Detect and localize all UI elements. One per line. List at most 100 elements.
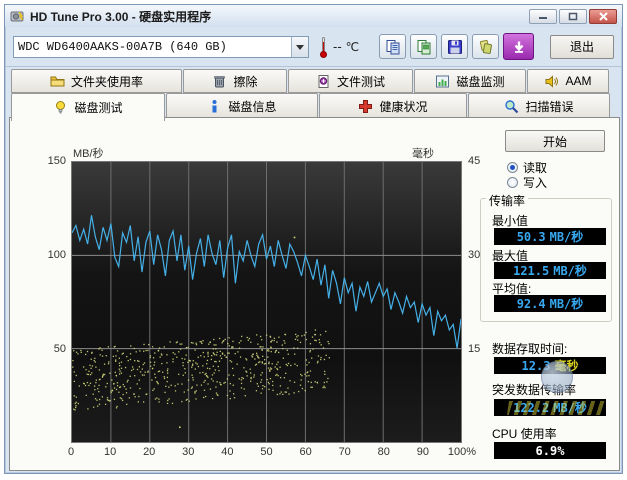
- tab-label: 磁盘测试: [74, 99, 122, 116]
- drive-selector[interactable]: WDC WD6400AAKS-00A7B (640 GB): [13, 36, 309, 58]
- maximize-button[interactable]: [559, 9, 587, 24]
- copy-text-button[interactable]: [379, 34, 406, 59]
- radio-selected-icon: [507, 162, 518, 173]
- toolbar: WDC WD6400AAKS-00A7B (640 GB) -- ℃: [5, 27, 622, 67]
- cpu-usage-number: 6.9%: [536, 444, 565, 458]
- tab-disk-benchmark[interactable]: 磁盘测试: [11, 93, 165, 121]
- save-button[interactable]: [441, 34, 468, 59]
- start-button[interactable]: 开始: [505, 130, 605, 152]
- burst-rate-number: 122.2: [513, 401, 549, 415]
- chart-canvas: [72, 162, 461, 442]
- tab-health[interactable]: 健康状况: [319, 93, 467, 119]
- tab-label: 文件测试: [337, 73, 385, 90]
- tab-label: 文件夹使用率: [71, 73, 143, 90]
- toolbar-buttons: 退出: [379, 33, 614, 60]
- left-axis-tick: 150: [40, 155, 66, 167]
- tab-label: 磁盘信息: [228, 98, 276, 115]
- tab-label: 磁盘监测: [456, 73, 504, 90]
- bar-chart-icon: [435, 74, 450, 89]
- maximize-icon: [568, 12, 578, 21]
- screenshot-button[interactable]: [472, 34, 499, 59]
- min-value-unit: MB/秒: [550, 228, 584, 245]
- copy-pages-green-icon: [416, 39, 432, 55]
- check-updates-button[interactable]: [503, 33, 534, 60]
- titlebar: HD Tune Pro 3.00 - 硬盘实用程序: [5, 5, 622, 27]
- x-axis-tick: 10: [104, 446, 116, 458]
- right-axis-tick: 30: [468, 249, 480, 261]
- x-axis-tick: 90: [417, 446, 429, 458]
- x-axis-tick: 20: [143, 446, 155, 458]
- tab-erase[interactable]: 擦除: [183, 69, 287, 93]
- speaker-icon: [544, 74, 559, 89]
- tab-label: AAM: [565, 74, 591, 88]
- app-window: HD Tune Pro 3.00 - 硬盘实用程序 WDC WD6400AAKS…: [4, 4, 623, 474]
- close-icon: [599, 12, 608, 21]
- window-controls: [529, 9, 617, 24]
- minimize-icon: [538, 12, 548, 20]
- start-button-label: 开始: [543, 133, 567, 150]
- x-axis-tick: 60: [299, 446, 311, 458]
- tab-disk-monitor[interactable]: 磁盘监测: [414, 69, 526, 93]
- lightbulb-icon: [53, 100, 68, 115]
- copy-image-button[interactable]: [410, 34, 437, 59]
- x-axis-tick: 30: [182, 446, 194, 458]
- avg-value-display: 92.4 MB/秒: [494, 295, 606, 312]
- burst-rate-unit: MB/秒: [553, 399, 587, 416]
- thermometer-icon: [319, 36, 328, 58]
- right-axis-tick: 45: [468, 155, 480, 167]
- benchmark-chart: [71, 161, 462, 443]
- save-floppy-icon: [447, 39, 463, 55]
- access-time-label: 数据存取时间:: [492, 340, 567, 357]
- tab-label: 擦除: [233, 73, 257, 90]
- copy-pages-blue-icon: [385, 39, 401, 55]
- tab-strip-top: 文件夹使用率 擦除 文件测试: [11, 69, 610, 93]
- min-value-number: 50.3: [517, 230, 546, 244]
- watermark: [541, 361, 573, 393]
- cpu-usage-display: 6.9%: [494, 442, 606, 459]
- tab-label: 扫描错误: [525, 98, 573, 115]
- temperature-value: --: [333, 39, 342, 54]
- max-value-number: 121.5: [513, 264, 549, 278]
- x-axis-tick: 40: [221, 446, 233, 458]
- left-axis-unit: MB/秒: [73, 145, 104, 161]
- tab-folder-usage[interactable]: 文件夹使用率: [11, 69, 182, 93]
- burst-rate-display: 122.2 MB/秒: [494, 399, 606, 416]
- tab-file-benchmark[interactable]: 文件测试: [288, 69, 413, 93]
- tab-label: 健康状况: [379, 98, 427, 115]
- temperature-unit: ℃: [346, 40, 359, 54]
- transfer-rate-group-label: 传输率: [486, 192, 528, 209]
- write-radio-label: 写入: [523, 174, 547, 191]
- radio-unselected-icon: [507, 177, 518, 188]
- min-value-display: 50.3 MB/秒: [494, 228, 606, 245]
- x-axis-tick: 0: [68, 446, 74, 458]
- chevron-down-icon[interactable]: [291, 37, 308, 57]
- tab-strip-bottom: 磁盘测试 磁盘信息 健康状况 扫描错误: [11, 93, 611, 119]
- tab-error-scan[interactable]: 扫描错误: [468, 93, 610, 119]
- download-arrow-icon: [512, 40, 526, 54]
- max-value-unit: MB/秒: [553, 262, 587, 279]
- exit-button[interactable]: 退出: [550, 35, 614, 59]
- avg-value-number: 92.4: [517, 297, 546, 311]
- exit-button-label: 退出: [570, 38, 594, 55]
- max-value-display: 121.5 MB/秒: [494, 262, 606, 279]
- tab-disk-info[interactable]: 磁盘信息: [166, 93, 318, 119]
- trash-icon: [212, 74, 227, 89]
- magnifier-icon: [504, 99, 519, 114]
- write-radio[interactable]: 写入: [507, 174, 547, 191]
- x-axis-tick: 80: [378, 446, 390, 458]
- close-button[interactable]: [589, 9, 617, 24]
- folder-icon: [50, 74, 65, 89]
- benchmark-panel: MB/秒 毫秒 50100150 153045 0102030405060708…: [9, 117, 620, 471]
- right-axis-unit: 毫秒: [412, 145, 434, 161]
- right-axis-tick: 15: [468, 343, 480, 355]
- x-axis-tick: 70: [339, 446, 351, 458]
- minimize-button[interactable]: [529, 9, 557, 24]
- left-axis-tick: 50: [40, 343, 66, 355]
- x-axis-tick: 50: [260, 446, 272, 458]
- tab-aam[interactable]: AAM: [527, 69, 609, 93]
- window-title: HD Tune Pro 3.00 - 硬盘实用程序: [30, 8, 211, 25]
- info-icon: [207, 99, 222, 114]
- screenshot-frame: HD Tune Pro 3.00 - 硬盘实用程序 WDC WD6400AAKS…: [0, 0, 627, 480]
- screenshot-pages-icon: [478, 39, 494, 55]
- x-axis-tick: 100%: [448, 446, 476, 458]
